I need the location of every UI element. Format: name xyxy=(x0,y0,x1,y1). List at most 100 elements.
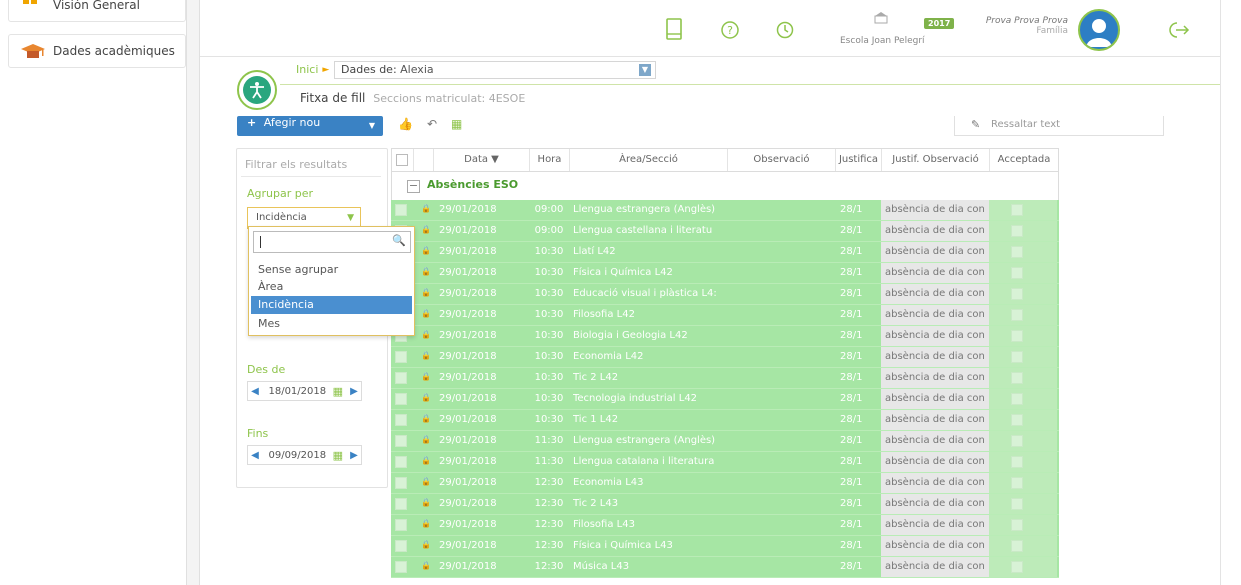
table-row[interactable]: 🔒 29/01/2018 12:30 Tic 2 L43 28/1 absència de… xyxy=(391,494,1059,515)
from-date-value[interactable]: 18/01/2018 xyxy=(262,386,333,397)
lock-icon: 🔒 xyxy=(421,435,431,444)
accepted-checkbox[interactable] xyxy=(1011,561,1023,573)
expand-icon[interactable]: ▦ xyxy=(451,117,462,131)
chevron-down-icon: ▼ xyxy=(347,213,354,223)
accepted-checkbox[interactable] xyxy=(1011,519,1023,531)
table-row[interactable]: 🔒 29/01/2018 11:30 Llengua catalana i liter… xyxy=(391,452,1059,473)
to-date-value[interactable]: 09/09/2018 xyxy=(262,450,333,461)
cell-time: 10:30 xyxy=(534,393,564,404)
row-checkbox[interactable] xyxy=(395,456,407,468)
calendar-icon[interactable]: ▦ xyxy=(333,385,343,398)
school-building-icon xyxy=(874,12,888,24)
add-new-button[interactable]: + Afegir nou ▼ xyxy=(237,116,383,136)
accepted-checkbox[interactable] xyxy=(1011,498,1023,510)
row-checkbox[interactable] xyxy=(395,204,407,216)
document-icon[interactable] xyxy=(665,18,683,40)
table-row[interactable]: 🔒 29/01/2018 10:30 Tic 1 L42 28/1 absència de… xyxy=(391,410,1059,431)
row-checkbox[interactable] xyxy=(395,477,407,489)
nav-item-dades-academiques[interactable]: Dades acadèmiques xyxy=(8,34,186,68)
accepted-checkbox[interactable] xyxy=(1011,372,1023,384)
col-header-area[interactable]: Àrea/Secció xyxy=(570,149,728,171)
filter-search-input[interactable]: Filtrar els resultats xyxy=(241,153,381,177)
table-row[interactable]: 🔒 29/01/2018 10:30 Tic 2 L42 28/1 absència de… xyxy=(391,368,1059,389)
cell-area: Filosofia L42 xyxy=(573,309,635,320)
thumbs-up-icon[interactable]: 👍 xyxy=(398,117,413,131)
table-row[interactable]: 🔒 29/01/2018 12:30 Música L43 28/1 absència d… xyxy=(391,557,1059,578)
row-checkbox[interactable] xyxy=(395,372,407,384)
table-row[interactable]: 🔒 29/01/2018 10:30 Educació visual i plàsti… xyxy=(391,284,1059,305)
grid-header: Data ▼ Hora Àrea/Secció Observació Justi… xyxy=(391,148,1059,172)
student-select[interactable]: Dades de: Alexia ▼ xyxy=(334,61,656,79)
nav-item-vision-general[interactable]: Visión General xyxy=(8,0,186,22)
next-date-button[interactable]: ▶ xyxy=(347,450,361,461)
select-all-checkbox[interactable] xyxy=(392,149,414,171)
prev-date-button[interactable]: ◀ xyxy=(248,450,262,461)
accepted-checkbox[interactable] xyxy=(1011,393,1023,405)
cell-accepted xyxy=(989,242,1057,262)
col-header-justif-observation[interactable]: Justif. Observació xyxy=(882,149,990,171)
row-checkbox[interactable] xyxy=(395,540,407,552)
history-icon[interactable] xyxy=(775,20,795,40)
lock-icon: 🔒 xyxy=(421,204,431,213)
dropdown-search-input[interactable]: 🔍 xyxy=(253,231,411,253)
row-checkbox[interactable] xyxy=(395,519,407,531)
accepted-checkbox[interactable] xyxy=(1011,456,1023,468)
col-header-accepted[interactable]: Acceptada xyxy=(990,149,1058,171)
table-row[interactable]: 🔒 29/01/2018 10:30 Física i Química L42 28/1… xyxy=(391,263,1059,284)
avatar[interactable] xyxy=(1078,9,1120,51)
row-checkbox[interactable] xyxy=(395,498,407,510)
accepted-checkbox[interactable] xyxy=(1011,225,1023,237)
table-row[interactable]: 🔒 29/01/2018 09:00 Llengua castellana i lit… xyxy=(391,221,1059,242)
cell-date: 29/01/2018 xyxy=(439,288,497,299)
accepted-checkbox[interactable] xyxy=(1011,246,1023,258)
user-info[interactable]: Prova Prova Prova Família xyxy=(958,16,1068,36)
row-checkbox[interactable] xyxy=(395,393,407,405)
dropdown-option-selected[interactable]: Incidència xyxy=(251,296,412,314)
row-checkbox[interactable] xyxy=(395,435,407,447)
col-header-time[interactable]: Hora xyxy=(530,149,570,171)
row-checkbox[interactable] xyxy=(395,561,407,573)
col-header-observation[interactable]: Observació xyxy=(728,149,836,171)
col-header-justified[interactable]: Justifica xyxy=(836,149,882,171)
accepted-checkbox[interactable] xyxy=(1011,309,1023,321)
accepted-checkbox[interactable] xyxy=(1011,435,1023,447)
accepted-checkbox[interactable] xyxy=(1011,267,1023,279)
accepted-checkbox[interactable] xyxy=(1011,477,1023,489)
group-by-value: Incidència xyxy=(256,212,307,223)
dropdown-option[interactable]: Sense agrupar xyxy=(251,261,412,279)
row-checkbox[interactable] xyxy=(395,351,407,363)
highlight-text-button[interactable]: ✎ Ressaltar text xyxy=(954,116,1164,136)
table-row[interactable]: 🔒 29/01/2018 10:30 Filosofia L42 28/1 absènci… xyxy=(391,305,1059,326)
table-row[interactable]: 🔒 29/01/2018 10:30 Biologia i Geologia L42 2… xyxy=(391,326,1059,347)
table-row[interactable]: 🔒 29/01/2018 09:00 Llengua estrangera (Angl… xyxy=(391,200,1059,221)
accepted-checkbox[interactable] xyxy=(1011,414,1023,426)
table-row[interactable]: 🔒 29/01/2018 12:30 Filosofia L43 28/1 absènci… xyxy=(391,515,1059,536)
logout-icon[interactable] xyxy=(1168,20,1190,40)
table-row[interactable]: 🔒 29/01/2018 10:30 Llatí L42 28/1 absència de… xyxy=(391,242,1059,263)
calendar-icon[interactable]: ▦ xyxy=(333,449,343,462)
row-checkbox[interactable] xyxy=(395,414,407,426)
breadcrumb-home-link[interactable]: Inici xyxy=(296,63,318,76)
accepted-checkbox[interactable] xyxy=(1011,330,1023,342)
reply-icon[interactable]: ↶ xyxy=(427,117,437,131)
accepted-checkbox[interactable] xyxy=(1011,204,1023,216)
table-row[interactable]: 🔒 29/01/2018 10:30 Economia L42 28/1 absència… xyxy=(391,347,1059,368)
col-header-date[interactable]: Data ▼ xyxy=(434,149,530,171)
table-row[interactable]: 🔒 29/01/2018 12:30 Física i Química L43 28/1… xyxy=(391,536,1059,557)
accepted-checkbox[interactable] xyxy=(1011,288,1023,300)
table-row[interactable]: 🔒 29/01/2018 10:30 Tecnologia industrial L4… xyxy=(391,389,1059,410)
prev-date-button[interactable]: ◀ xyxy=(248,386,262,397)
table-row[interactable]: 🔒 29/01/2018 12:30 Economia L43 28/1 absència… xyxy=(391,473,1059,494)
dropdown-option[interactable]: Àrea xyxy=(251,278,412,296)
next-date-button[interactable]: ▶ xyxy=(347,386,361,397)
accepted-checkbox[interactable] xyxy=(1011,540,1023,552)
help-icon[interactable]: ? xyxy=(720,20,740,40)
cell-date: 29/01/2018 xyxy=(439,498,497,509)
table-row[interactable]: 🔒 29/01/2018 11:30 Llengua estrangera (Angl… xyxy=(391,431,1059,452)
group-row[interactable]: − Absències ESO xyxy=(391,172,1059,200)
lock-icon: 🔒 xyxy=(421,372,431,381)
collapse-icon[interactable]: − xyxy=(407,180,420,193)
group-by-dropdown: 🔍 Sense agrupar Àrea Incidència Mes xyxy=(248,226,415,336)
accepted-checkbox[interactable] xyxy=(1011,351,1023,363)
dropdown-option[interactable]: Mes xyxy=(251,315,412,333)
